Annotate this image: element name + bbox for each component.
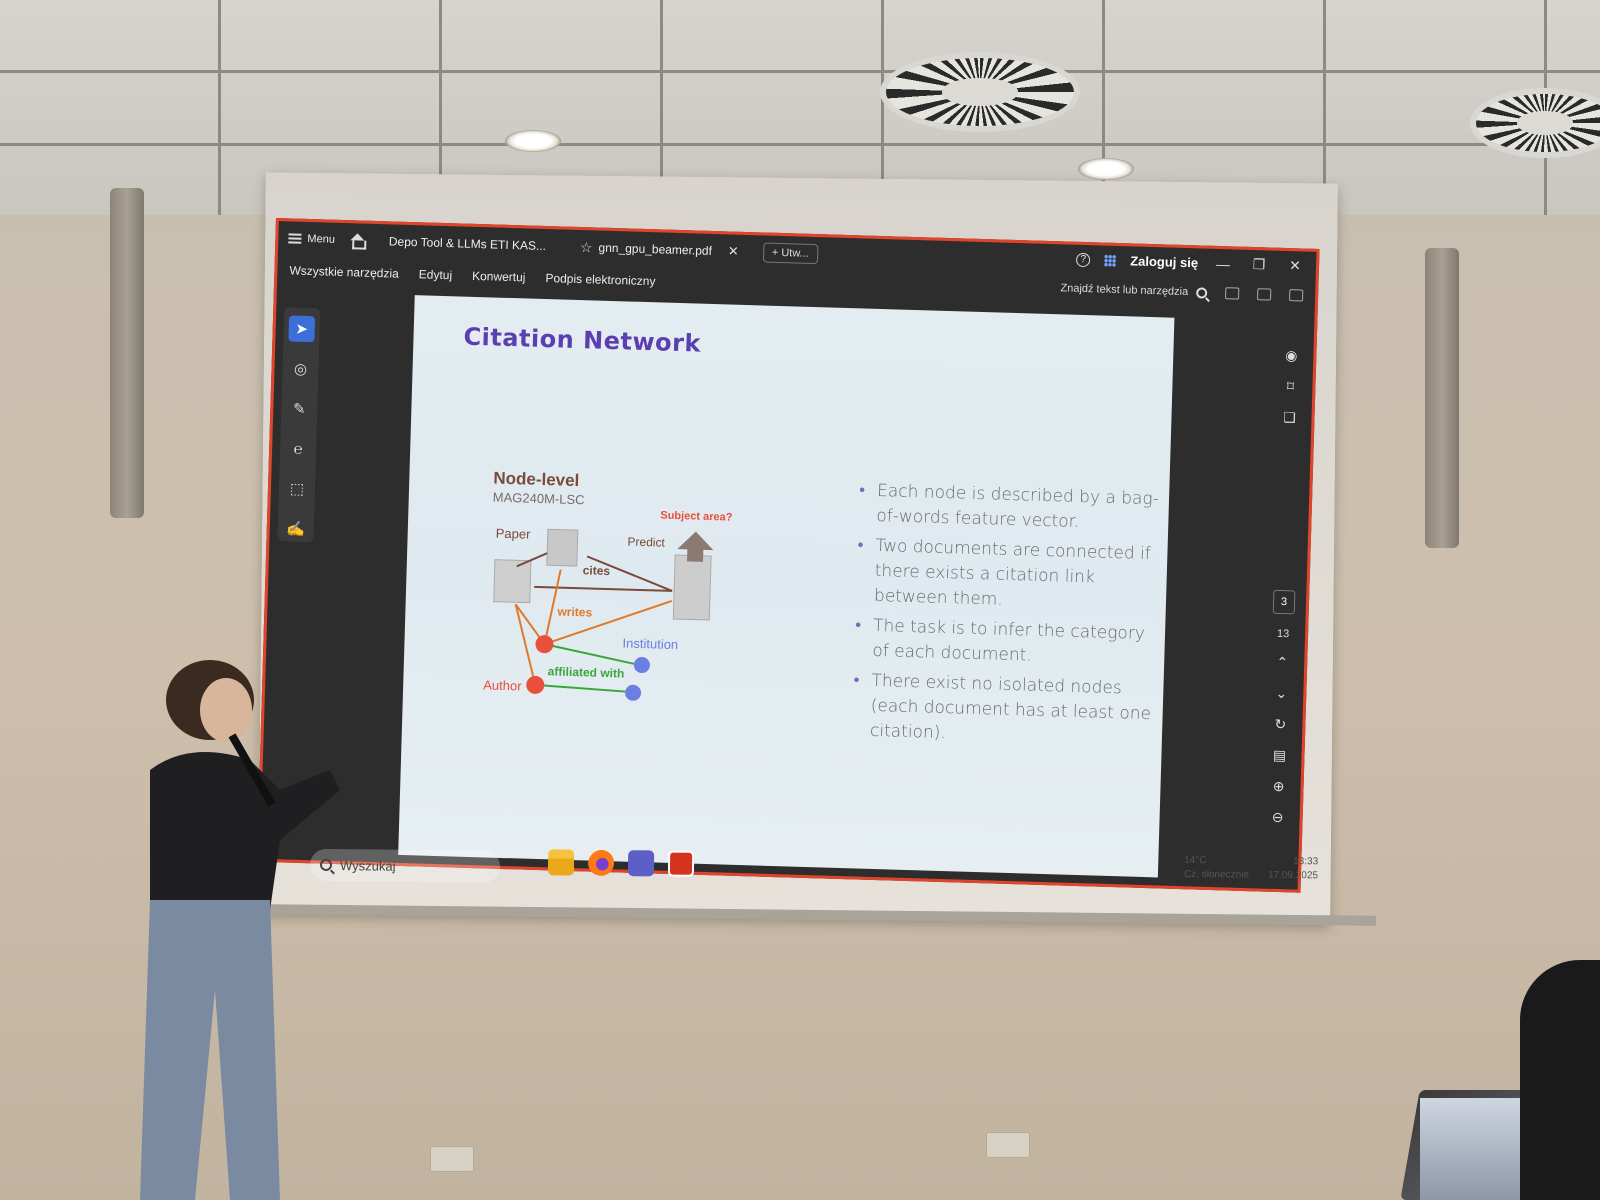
laptop-screen (1420, 1098, 1530, 1200)
email-icon[interactable] (1288, 289, 1304, 302)
ceiling-light (505, 130, 561, 152)
citation-network-diagram: Node-level MAG240M-LSC Paper Subject are… (483, 469, 733, 701)
close-window-icon[interactable]: ✕ (1284, 257, 1306, 275)
search-icon (1196, 286, 1208, 299)
presenter-legs (140, 900, 280, 1200)
subject-area-label: Subject area? (660, 510, 733, 524)
tab-label: Depo Tool & LLMs ETI KAS... (388, 234, 547, 254)
hamburger-icon (288, 233, 302, 244)
author-node (535, 635, 554, 654)
bullet-item: The task is to infer the category of eac… (854, 614, 1160, 672)
institution-node (625, 684, 642, 701)
current-page-input[interactable]: 3 (1272, 589, 1296, 615)
comment-tool-icon[interactable]: ◎ (287, 355, 314, 382)
slide-title: Citation Network (463, 322, 702, 358)
weather-temp: 14°C (1184, 854, 1207, 867)
paper-doc-thumbnail (493, 559, 532, 604)
cites-edge (516, 552, 548, 568)
taskbar-apps (547, 849, 695, 877)
ai-assistant-icon[interactable]: ◉ (1285, 347, 1298, 364)
author-label: Author (483, 677, 522, 693)
bullet-item: There exist no isolated nodes (each docu… (852, 669, 1159, 752)
writes-label: writes (556, 604, 592, 619)
wall-speaker-right (1425, 248, 1459, 548)
menu-item-convert[interactable]: Konwertuj (472, 269, 526, 285)
presenter-face (200, 678, 252, 742)
presenter-figure (140, 660, 340, 1200)
save-icon[interactable] (1225, 287, 1240, 300)
cites-label: cites (582, 563, 610, 578)
bullet-item: Each node is described by a bag-of-words… (858, 478, 1164, 536)
pages-icon[interactable]: ❏ (1283, 409, 1296, 426)
paper-doc-thumbnail (546, 528, 579, 567)
restore-icon[interactable]: ❐ (1248, 256, 1270, 274)
sign-tool-icon[interactable]: ✍ (282, 515, 309, 542)
menu-label: Menu (307, 232, 336, 246)
clock-time: 13:33 (1293, 856, 1319, 868)
menu-item-edit[interactable]: Edytuj (419, 267, 453, 282)
bookmark-icon[interactable]: ⌑ (1287, 378, 1295, 395)
rotate-icon[interactable]: ↻ (1274, 716, 1286, 733)
menu-button[interactable]: Menu (288, 232, 336, 246)
clock-date: 17.09.2025 (1267, 869, 1319, 882)
ceiling-vent (880, 52, 1080, 132)
institution-label: Institution (622, 635, 678, 652)
new-tab-button[interactable]: + Utw... (762, 242, 819, 265)
presenter-torso (150, 752, 340, 910)
apps-grid-icon[interactable] (1104, 254, 1117, 267)
ceiling-light (1078, 158, 1134, 180)
chevron-up-icon[interactable]: ⌃ (1276, 654, 1288, 671)
right-panel: ◉ ⌑ ❏ 3 13 ⌃ ⌄ ↻ ▤ ⊕ ⊖ (1263, 347, 1306, 848)
chevron-down-icon[interactable]: ⌄ (1275, 685, 1287, 702)
wall-speaker-left (110, 188, 144, 518)
text-select-tool-icon[interactable]: ⬚ (284, 475, 311, 502)
minimize-icon[interactable]: — (1212, 255, 1234, 272)
pdf-viewer-window: Menu Depo Tool & LLMs ETI KAS... ☆ gnn_g… (256, 218, 1320, 893)
close-icon[interactable]: ✕ (728, 243, 739, 259)
author-node (526, 675, 545, 694)
teams-icon[interactable] (627, 850, 655, 877)
pdf-page: Citation Network Node-level MAG240M-LSC … (398, 295, 1175, 878)
lasso-tool-icon[interactable]: ℮ (285, 435, 312, 462)
weather-desc: Cz. słonecznie (1183, 868, 1250, 881)
diagram-subheading: MAG240M-LSC (493, 490, 585, 508)
total-pages: 13 (1276, 627, 1290, 641)
menu-item-all-tools[interactable]: Wszystkie narzędzia (289, 263, 399, 280)
tab-label: gnn_gpu_beamer.pdf (598, 240, 713, 258)
home-icon[interactable] (349, 233, 365, 247)
affiliated-edge (535, 683, 626, 693)
institution-node (633, 657, 650, 674)
sign-in-button[interactable]: Zaloguj się (1130, 253, 1198, 270)
left-toolbar: ➤ ◎ ✎ ℮ ⬚ ✍ (277, 307, 321, 543)
weather-widget[interactable]: 14°C Cz. słonecznie (1184, 854, 1249, 883)
taskbar-clock[interactable]: 13:33 17.09.2025 (1268, 855, 1318, 884)
predict-label: Predict (627, 535, 665, 550)
bullet-item: Two documents are connected if there exi… (856, 534, 1163, 617)
pen-tool-icon[interactable]: ✎ (286, 395, 313, 422)
wall-outlet (430, 1146, 474, 1172)
menu-item-e-signature[interactable]: Podpis elektroniczny (545, 271, 655, 288)
window-controls: ? Zaloguj się — ❐ ✕ (1076, 251, 1306, 275)
tab-depo-tool[interactable]: Depo Tool & LLMs ETI KAS... (379, 228, 557, 259)
zoom-out-icon[interactable]: ⊖ (1272, 809, 1284, 826)
bullet-list: Each node is described by a bag-of-words… (852, 478, 1165, 757)
print-icon[interactable] (1256, 288, 1272, 301)
affiliated-edge (544, 643, 635, 665)
firefox-icon[interactable] (587, 849, 615, 876)
page-settings-icon[interactable]: ▤ (1273, 747, 1287, 764)
tab-gnn-gpu-beamer[interactable]: ☆ gnn_gpu_beamer.pdf ✕ (570, 232, 750, 266)
help-icon[interactable]: ? (1076, 252, 1091, 267)
audience-member (1520, 960, 1600, 1200)
acrobat-icon[interactable] (667, 850, 695, 877)
paper-label: Paper (496, 526, 532, 542)
file-explorer-icon[interactable] (547, 849, 575, 876)
select-tool-icon[interactable]: ➤ (288, 315, 316, 343)
wall-outlet (986, 1132, 1030, 1158)
zoom-in-icon[interactable]: ⊕ (1272, 778, 1284, 795)
cites-edge (534, 585, 673, 592)
star-icon[interactable]: ☆ (580, 239, 593, 256)
paper-doc-thumbnail (672, 554, 712, 621)
diagram-heading: Node-level (493, 469, 580, 491)
affiliated-label: affiliated with (547, 664, 624, 680)
